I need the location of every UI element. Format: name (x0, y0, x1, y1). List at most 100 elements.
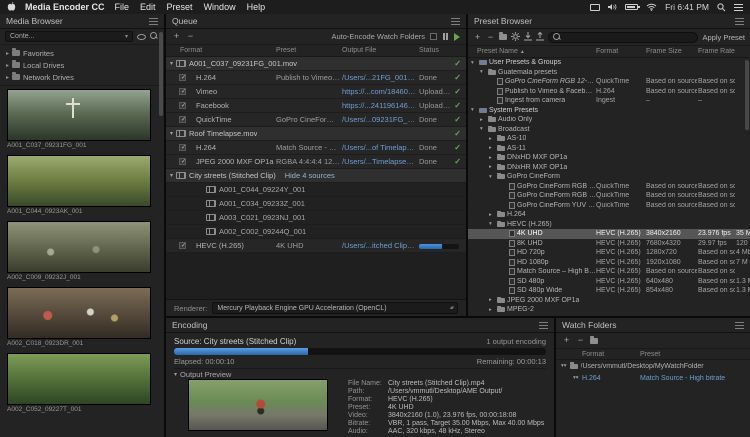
preset-row[interactable]: HEVC (H.265) (468, 220, 750, 230)
row-checkbox[interactable] (179, 74, 186, 81)
tree-chevron-icon[interactable] (480, 126, 486, 132)
queue-row[interactable]: ▾ City streets (Stitched Clip) Hide 4 so… (166, 169, 466, 183)
add-source-icon[interactable] (172, 32, 181, 41)
column-format[interactable]: Format (596, 46, 618, 58)
queue-row[interactable]: ▾ Vimeo https://...com/184606142 Uploade… (166, 85, 466, 99)
preset-row[interactable]: DNxHR MXF OP1a (468, 163, 750, 173)
preset-row[interactable]: 8K UHD HEVC (H.265) 7680x4320 29.97 fps … (468, 239, 750, 249)
column-preset[interactable]: Preset (276, 45, 296, 57)
menu-item[interactable]: File (115, 2, 130, 12)
output-file-link[interactable]: /Users/...of Timelapse.mp4 (342, 141, 416, 155)
chevron-down-icon[interactable]: ▾ (573, 375, 579, 381)
output-file-link[interactable]: /Users/...21FG_001_3.mp4 (342, 71, 416, 85)
display-icon[interactable] (590, 4, 600, 11)
tree-chevron-icon[interactable] (489, 155, 495, 161)
auto-encode-checkbox[interactable] (430, 33, 437, 40)
tree-item[interactable]: ▸ Network Drives (0, 71, 164, 83)
search-icon[interactable] (150, 32, 159, 41)
menu-item[interactable]: Help (247, 2, 266, 12)
tree-chevron-icon[interactable] (489, 212, 495, 218)
scrollbar[interactable] (745, 60, 749, 130)
clip-thumbnail[interactable]: A002_C009_09232J_001 (7, 221, 157, 283)
row-checkbox[interactable] (179, 88, 186, 95)
preset-browser-header[interactable]: Preset Browser (468, 14, 750, 29)
clip-preview-image[interactable] (7, 287, 151, 339)
preset-row[interactable]: Match Source – High Bitrate HEVC (H.265)… (468, 267, 750, 277)
tree-chevron-icon[interactable] (489, 297, 495, 303)
preset-row[interactable]: Broadcast (468, 125, 750, 135)
panel-menu-icon[interactable] (735, 322, 744, 329)
row-checkbox[interactable] (179, 102, 186, 109)
menu-item[interactable]: Window (204, 2, 236, 12)
tree-chevron-icon[interactable] (489, 145, 495, 151)
clip-preview-image[interactable] (7, 89, 151, 141)
menu-item[interactable]: Edit (140, 2, 156, 12)
menu-item[interactable]: Preset (167, 2, 193, 12)
preset-row[interactable]: H.264 (468, 210, 750, 220)
column-status[interactable]: Status (419, 45, 439, 57)
chevron-right-icon[interactable]: ▸ (6, 62, 9, 69)
tree-chevron-icon[interactable] (471, 60, 477, 66)
watch-folder-row[interactable]: ▾ H.264 Match Source - High bitrate (556, 372, 750, 384)
tree-chevron-icon[interactable] (489, 174, 495, 180)
chevron-down-icon[interactable]: ▾ (174, 371, 177, 378)
chevron-right-icon[interactable]: ▸ (6, 50, 9, 57)
tree-chevron-icon[interactable] (480, 117, 486, 123)
notification-center-icon[interactable] (734, 4, 743, 11)
output-file-link[interactable]: /Users/...itched Clip).mp4 (342, 239, 416, 253)
column-preset[interactable]: Preset (640, 349, 660, 360)
preset-row[interactable]: AS-10 (468, 134, 750, 144)
watch-folder-row[interactable]: ▾ /Users/vmmutl/Desktop/MyWatchFolder (556, 360, 750, 372)
apply-preset-button[interactable]: Apply Preset (702, 33, 745, 42)
row-checkbox[interactable] (179, 144, 186, 151)
preset-row[interactable]: HD 1080p HEVC (H.265) 1920x1080 Based on… (468, 258, 750, 268)
tree-chevron-icon[interactable] (471, 107, 477, 113)
queue-row[interactable]: ▾ A001_C034_09233Z_001 (166, 197, 466, 211)
column-format[interactable]: Format (582, 349, 604, 360)
hide-sources-link[interactable]: Hide 4 sources (285, 169, 335, 183)
tree-chevron-icon[interactable] (489, 221, 495, 227)
preset-row[interactable]: GoPro CineForm RGB 12-bit with alpha (Ma… (468, 77, 750, 87)
battery-icon[interactable] (625, 4, 638, 10)
panel-menu-icon[interactable] (149, 18, 158, 25)
column-frame-size[interactable]: Frame Size (646, 46, 682, 58)
queue-row[interactable]: ▾ QuickTime GoPro CineForm RGB 12-b... /… (166, 113, 466, 127)
clip-thumbnail[interactable]: A001_C037_09231FG_001 (7, 89, 157, 151)
preset-row[interactable]: Ingest from camera Ingest – – (468, 96, 750, 106)
media-filter-dropdown[interactable]: Conte... (5, 31, 133, 42)
preset-row[interactable]: HD 720p HEVC (H.265) 1280x720 Based on s… (468, 248, 750, 258)
queue-row[interactable]: ▾ A002_C002_09244Q_001 (166, 225, 466, 239)
panel-menu-icon[interactable] (735, 18, 744, 25)
volume-icon[interactable] (608, 3, 617, 11)
row-checkbox[interactable] (179, 242, 186, 249)
tree-item[interactable]: ▸ Favorites (0, 47, 164, 59)
apple-menu-icon[interactable] (7, 2, 16, 12)
row-checkbox[interactable] (179, 116, 186, 123)
preset-row[interactable]: Audio Only (468, 115, 750, 125)
encoding-header[interactable]: Encoding (166, 318, 554, 333)
remove-source-icon[interactable] (186, 32, 195, 41)
view-icon[interactable] (137, 34, 146, 40)
chevron-down-icon[interactable]: ▾ (170, 169, 173, 183)
start-queue-icon[interactable] (454, 33, 460, 41)
folder-icon[interactable] (590, 338, 598, 344)
preset-row[interactable]: GoPro CineForm YUV 10-bit QuickTime Base… (468, 201, 750, 211)
panel-menu-icon[interactable] (539, 322, 548, 329)
panel-menu-icon[interactable] (451, 18, 460, 25)
media-browser-header[interactable]: Media Browser (0, 14, 164, 29)
column-output-file[interactable]: Output File (342, 45, 376, 57)
column-frame-rate[interactable]: Frame Rate (698, 46, 735, 58)
preset-row[interactable]: GoPro CineForm RGB 12-bit with alpha at.… (468, 182, 750, 192)
preset-row[interactable]: GoPro CineForm RGB 12-bit with alpha... … (468, 191, 750, 201)
menu-clock[interactable]: Fri 6:41 PM (665, 2, 709, 12)
queue-row[interactable]: ▾ Facebook https://...24119614602283 Upl… (166, 99, 466, 113)
preset-row[interactable]: 4K UHD HEVC (H.265) 3840x2160 23.976 fps… (468, 229, 750, 239)
output-file-link[interactable]: https://...com/184606142 (342, 85, 416, 99)
preset-row[interactable]: DNxHD MXF OP1a (468, 153, 750, 163)
chevron-down-icon[interactable]: ▾ (170, 57, 173, 71)
tree-chevron-icon[interactable] (489, 164, 495, 170)
row-checkbox[interactable] (179, 158, 186, 165)
queue-row[interactable]: ▾ JPEG 2000 MXF OP1a RGBA 4:4:4:4 12-bit… (166, 155, 466, 169)
queue-row[interactable]: ▾ H.264 Match Source - High bit... /User… (166, 141, 466, 155)
preset-row[interactable]: JPEG 2000 MXF OP1a (468, 296, 750, 306)
